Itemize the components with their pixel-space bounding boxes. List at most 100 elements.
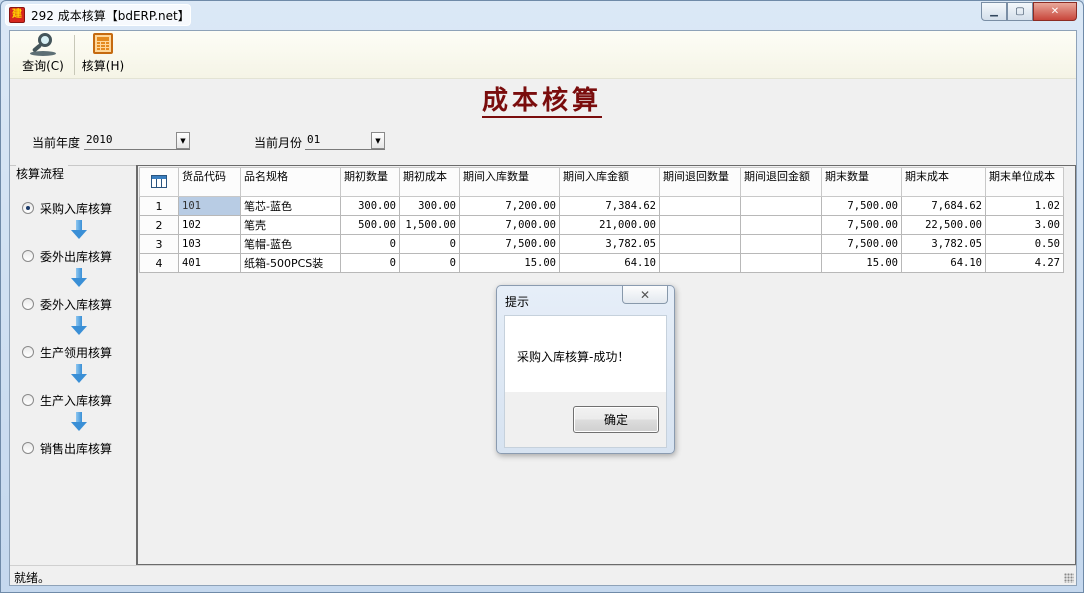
row-number[interactable]: 1	[139, 196, 179, 216]
dialog-footer: 确定	[505, 392, 666, 447]
cell-in-qty[interactable]: 7,000.00	[459, 215, 560, 235]
cell-code[interactable]: 101	[178, 196, 241, 216]
minimize-button[interactable]: ▁	[981, 2, 1007, 21]
column-header[interactable]: 期间入库金额	[559, 167, 660, 197]
cell-end-qty[interactable]: 7,500.00	[821, 215, 902, 235]
cell-in-amt[interactable]: 64.10	[559, 253, 660, 273]
radio-checked[interactable]	[22, 202, 34, 214]
table-row[interactable]: 2 102 笔壳 500.00 1,500.00 7,000.00 21,000…	[139, 215, 1064, 235]
cell-name[interactable]: 纸箱-500PCS装	[240, 253, 341, 273]
cell-unit-cost[interactable]: 0.50	[985, 234, 1064, 254]
cell-end-cost[interactable]: 64.10	[901, 253, 986, 273]
flow-item-label: 生产入库核算	[40, 393, 113, 408]
calculator-icon	[93, 33, 113, 54]
cell-end-qty[interactable]: 7,500.00	[821, 234, 902, 254]
column-header[interactable]: 期末成本	[901, 167, 986, 197]
cell-in-amt[interactable]: 7,384.62	[559, 196, 660, 216]
column-header[interactable]: 期间退回数量	[659, 167, 741, 197]
flow-item-production-in[interactable]: 生产入库核算	[22, 391, 112, 409]
row-number[interactable]: 3	[139, 234, 179, 254]
radio-unchecked[interactable]	[22, 346, 34, 358]
radio-unchecked[interactable]	[22, 250, 34, 262]
cell-ret-amt[interactable]	[740, 234, 822, 254]
close-button[interactable]: ✕	[1033, 2, 1077, 21]
cell-open-qty[interactable]: 300.00	[340, 196, 400, 216]
grid-corner[interactable]	[139, 167, 179, 197]
column-header[interactable]: 期间入库数量	[459, 167, 560, 197]
cell-open-cost[interactable]: 0	[399, 234, 460, 254]
flow-item-sales-out[interactable]: 销售出库核算	[22, 439, 112, 457]
cell-name[interactable]: 笔帽-蓝色	[240, 234, 341, 254]
close-icon: ✕	[639, 287, 651, 302]
column-header[interactable]: 期末单位成本	[985, 167, 1064, 197]
table-row[interactable]: 3 103 笔帽-蓝色 0 0 7,500.00 3,782.05 7,500.…	[139, 234, 1064, 254]
ok-button[interactable]: 确定	[573, 406, 659, 433]
flow-item-outsource-out[interactable]: 委外出库核算	[22, 247, 112, 265]
month-combo[interactable]: 01 ▼	[305, 132, 385, 150]
cell-ret-amt[interactable]	[740, 215, 822, 235]
cell-code[interactable]: 102	[178, 215, 241, 235]
radio-unchecked[interactable]	[22, 298, 34, 310]
cell-open-qty[interactable]: 500.00	[340, 215, 400, 235]
query-button[interactable]: 查询(C)	[20, 33, 66, 77]
flow-item-production-use[interactable]: 生产领用核算	[22, 343, 112, 361]
resize-grip-icon[interactable]	[1064, 573, 1074, 583]
table-row[interactable]: 4 401 纸箱-500PCS装 0 0 15.00 64.10 15.00 6…	[139, 253, 1064, 273]
cell-end-qty[interactable]: 7,500.00	[821, 196, 902, 216]
cell-open-qty[interactable]: 0	[340, 253, 400, 273]
column-header[interactable]: 货品代码	[178, 167, 241, 197]
cell-in-qty[interactable]: 15.00	[459, 253, 560, 273]
flow-item-label: 生产领用核算	[40, 345, 113, 360]
column-header[interactable]: 期初成本	[399, 167, 460, 197]
row-number[interactable]: 2	[139, 215, 179, 235]
table-row[interactable]: 1 101 笔芯-蓝色 300.00 300.00 7,200.00 7,384…	[139, 196, 1064, 216]
cost-grid: 货品代码 品名规格 期初数量 期初成本 期间入库数量 期间入库金额 期间退回数量…	[139, 167, 1064, 273]
cell-end-cost[interactable]: 3,782.05	[901, 234, 986, 254]
maximize-button[interactable]: ▢	[1007, 2, 1033, 21]
cell-end-qty[interactable]: 15.00	[821, 253, 902, 273]
chevron-down-icon[interactable]: ▼	[176, 132, 190, 149]
radio-unchecked[interactable]	[22, 442, 34, 454]
year-combo[interactable]: 2010 ▼	[84, 132, 190, 150]
cell-end-cost[interactable]: 22,500.00	[901, 215, 986, 235]
flow-item-purchase-in[interactable]: 采购入库核算	[22, 199, 112, 217]
flow-item-outsource-in[interactable]: 委外入库核算	[22, 295, 112, 313]
toolbar: 查询(C) 核算(H)	[10, 31, 1076, 79]
dialog-close-button[interactable]: ✕	[622, 286, 668, 304]
column-header[interactable]: 期末数量	[821, 167, 902, 197]
cell-name[interactable]: 笔芯-蓝色	[240, 196, 341, 216]
cell-open-cost[interactable]: 300.00	[399, 196, 460, 216]
cell-ret-qty[interactable]	[659, 234, 741, 254]
cell-code[interactable]: 103	[178, 234, 241, 254]
flow-item-label: 委外入库核算	[40, 297, 113, 312]
chevron-down-icon[interactable]: ▼	[371, 132, 385, 149]
title-bar[interactable]: 建 292 成本核算【bdERP.net】 ▁ ▢ ✕	[1, 1, 1083, 29]
cell-in-amt[interactable]: 21,000.00	[559, 215, 660, 235]
cell-unit-cost[interactable]: 4.27	[985, 253, 1064, 273]
cell-ret-amt[interactable]	[740, 196, 822, 216]
cell-ret-qty[interactable]	[659, 196, 741, 216]
dialog-body: 采购入库核算-成功！ 确定	[504, 315, 667, 448]
cell-ret-amt[interactable]	[740, 253, 822, 273]
cell-ret-qty[interactable]	[659, 253, 741, 273]
cell-open-qty[interactable]: 0	[340, 234, 400, 254]
cell-end-cost[interactable]: 7,684.62	[901, 196, 986, 216]
cell-in-qty[interactable]: 7,500.00	[459, 234, 560, 254]
toolbar-separator	[74, 35, 75, 75]
column-header[interactable]: 期间退回金额	[740, 167, 822, 197]
cell-in-qty[interactable]: 7,200.00	[459, 196, 560, 216]
cell-unit-cost[interactable]: 1.02	[985, 196, 1064, 216]
cell-unit-cost[interactable]: 3.00	[985, 215, 1064, 235]
row-number[interactable]: 4	[139, 253, 179, 273]
column-header[interactable]: 期初数量	[340, 167, 400, 197]
cell-name[interactable]: 笔壳	[240, 215, 341, 235]
cell-in-amt[interactable]: 3,782.05	[559, 234, 660, 254]
calc-button[interactable]: 核算(H)	[78, 33, 128, 77]
cell-open-cost[interactable]: 1,500.00	[399, 215, 460, 235]
cell-code[interactable]: 401	[178, 253, 241, 273]
status-text: 就绪。	[14, 571, 51, 585]
column-header[interactable]: 品名规格	[240, 167, 341, 197]
cell-ret-qty[interactable]	[659, 215, 741, 235]
cell-open-cost[interactable]: 0	[399, 253, 460, 273]
radio-unchecked[interactable]	[22, 394, 34, 406]
